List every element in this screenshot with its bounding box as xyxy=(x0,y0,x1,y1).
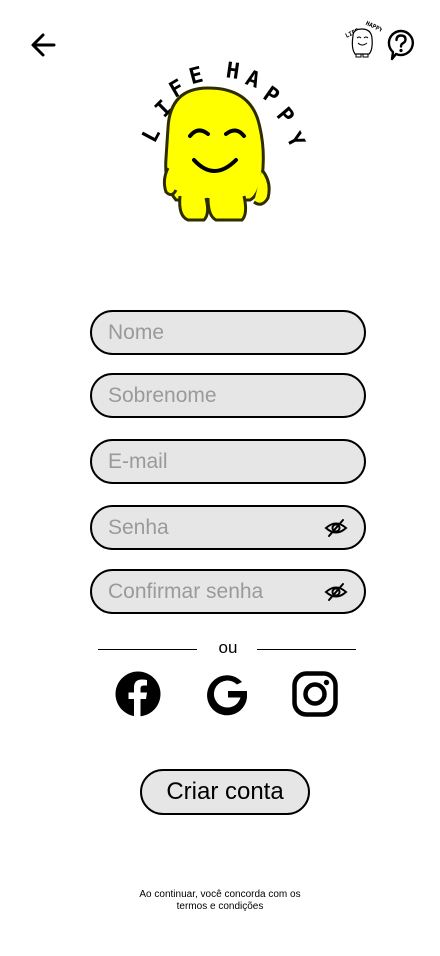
arrow-left-icon xyxy=(31,33,56,57)
divider-text: ou xyxy=(218,638,238,657)
sobrenome-input[interactable] xyxy=(92,375,364,416)
nome-input[interactable] xyxy=(92,312,364,353)
eye-slash-icon xyxy=(324,519,348,537)
sobrenome-field[interactable] xyxy=(90,373,366,418)
toggle-password-visibility[interactable] xyxy=(324,518,348,538)
senha-field[interactable] xyxy=(90,505,366,550)
help-button[interactable] xyxy=(386,28,416,62)
life-happy-logo: L I F E H A P P Y xyxy=(138,58,312,228)
create-account-button[interactable]: Criar conta xyxy=(140,769,310,815)
svg-text:H: H xyxy=(224,58,241,85)
svg-text:Y: Y xyxy=(281,129,310,153)
google-login-button[interactable] xyxy=(204,671,250,717)
instagram-icon xyxy=(292,671,338,717)
svg-text:P: P xyxy=(271,103,299,129)
email-input[interactable] xyxy=(92,441,364,482)
nome-field[interactable] xyxy=(90,310,366,355)
terms-text: Ao continuar, você concorda com os termo… xyxy=(100,889,340,913)
mini-logo-icon[interactable]: LIFE HAPPY xyxy=(342,20,384,60)
svg-text:P: P xyxy=(258,82,283,110)
confirmar-senha-field[interactable] xyxy=(90,569,366,614)
terms-line-1: Ao continuar, você concorda com os xyxy=(139,889,301,900)
question-circle-icon xyxy=(387,29,414,61)
facebook-icon xyxy=(115,671,161,717)
eye-slash-icon xyxy=(324,583,348,601)
svg-text:L: L xyxy=(138,123,166,146)
google-icon xyxy=(207,675,247,716)
divider-line-left xyxy=(98,649,197,650)
divider-line-right xyxy=(257,649,356,650)
instagram-login-button[interactable] xyxy=(292,671,338,717)
toggle-confirm-password-visibility[interactable] xyxy=(324,582,348,602)
email-field[interactable] xyxy=(90,439,366,484)
back-button[interactable] xyxy=(26,28,60,62)
facebook-login-button[interactable] xyxy=(115,671,161,717)
svg-text:E: E xyxy=(187,63,206,91)
terms-line-2[interactable]: termos e condições xyxy=(100,901,340,913)
svg-text:A: A xyxy=(242,66,263,94)
